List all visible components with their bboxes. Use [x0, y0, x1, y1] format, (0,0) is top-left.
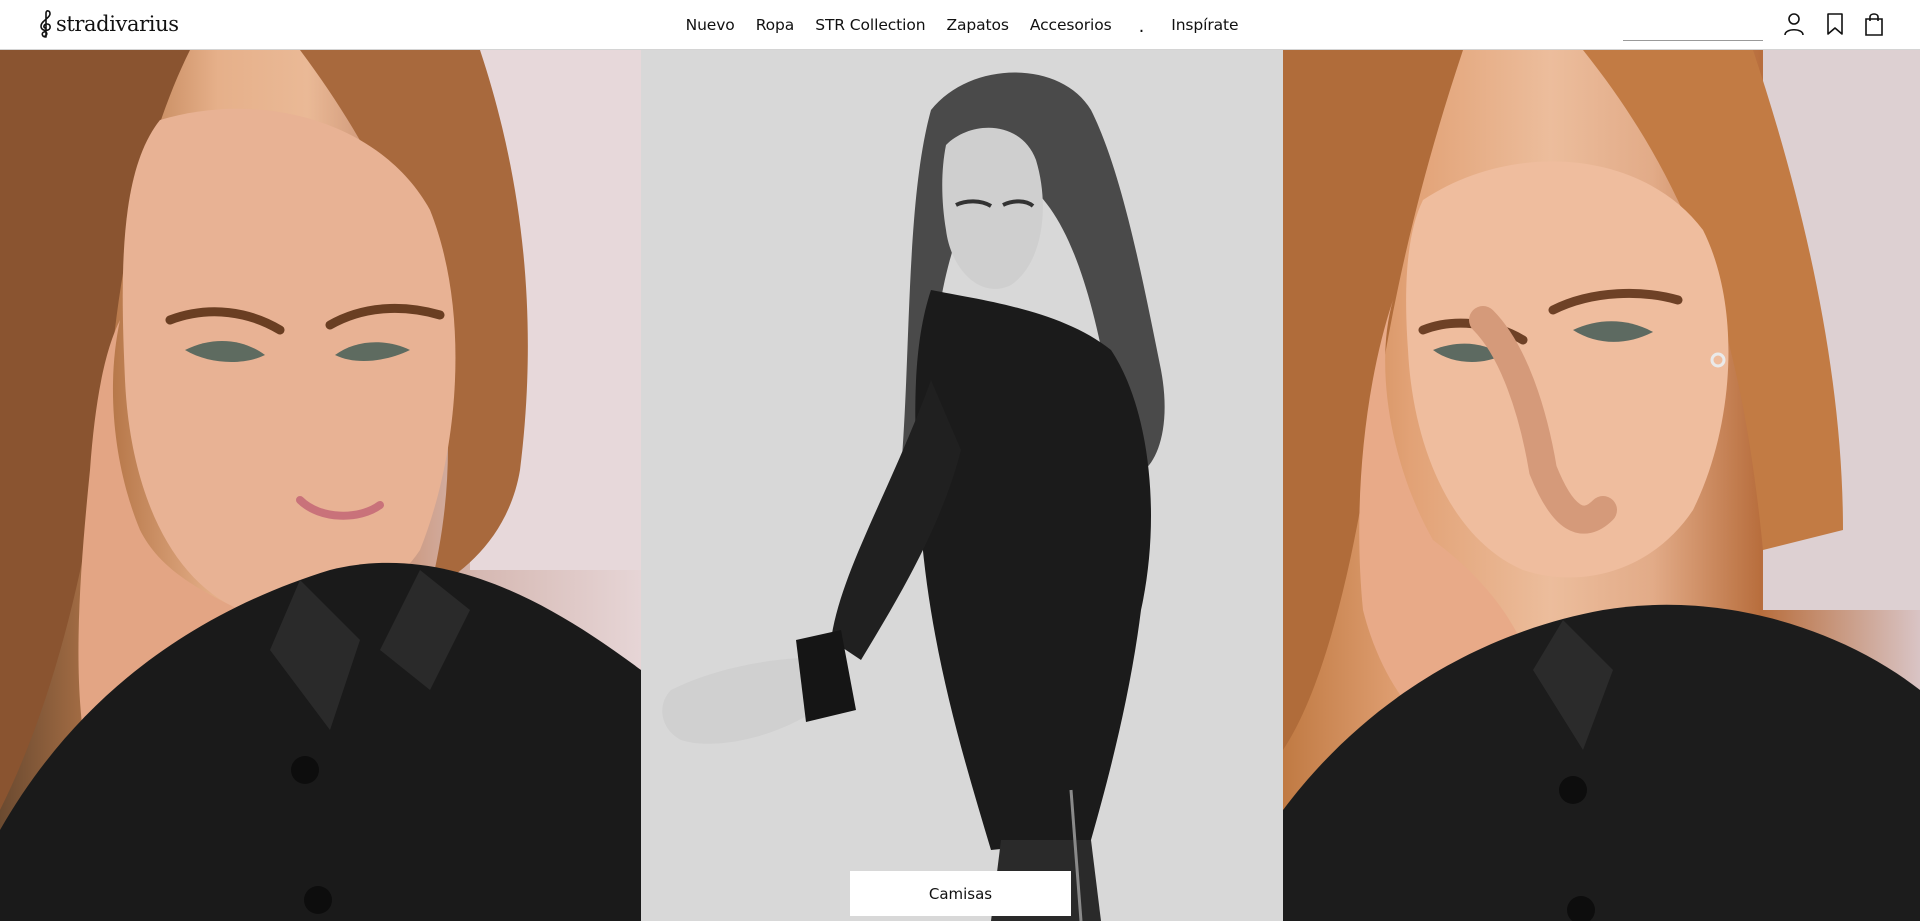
hero-panel-center[interactable]: [641, 50, 1283, 921]
nav-item-str-collection[interactable]: STR Collection: [815, 16, 925, 34]
hero-panel-right[interactable]: [1283, 50, 1920, 921]
nav-separator: .: [1138, 16, 1145, 37]
wishlist-button[interactable]: [1822, 11, 1848, 37]
nav-item-ropa[interactable]: Ropa: [756, 16, 795, 34]
site-header: stradivarius Nuevo Ropa STR Collection Z…: [0, 0, 1920, 50]
treble-clef-icon: [40, 10, 51, 38]
hero-section: Camisas: [0, 50, 1920, 921]
model-photo-center-bw: [641, 50, 1283, 921]
search-bar: [1623, 10, 1805, 41]
bookmark-icon: [1827, 13, 1843, 35]
shopping-bag-icon: [1865, 13, 1883, 36]
nav-item-nuevo[interactable]: Nuevo: [686, 16, 735, 34]
nav-item-inspirate[interactable]: Inspírate: [1171, 16, 1238, 34]
model-photo-right: [1283, 50, 1920, 921]
account-button[interactable]: [1781, 11, 1807, 37]
cart-button[interactable]: [1861, 11, 1887, 37]
nav-item-zapatos[interactable]: Zapatos: [946, 16, 1008, 34]
model-photo-left: [0, 50, 641, 921]
user-icon: [1784, 13, 1804, 36]
category-cta-button[interactable]: Camisas: [850, 871, 1071, 916]
brand-name: stradivarius: [56, 12, 179, 36]
search-input[interactable]: [1631, 10, 1805, 34]
nav-item-accesorios[interactable]: Accesorios: [1030, 16, 1112, 34]
brand-logo[interactable]: stradivarius: [37, 8, 179, 40]
hero-panel-left[interactable]: [0, 50, 641, 921]
